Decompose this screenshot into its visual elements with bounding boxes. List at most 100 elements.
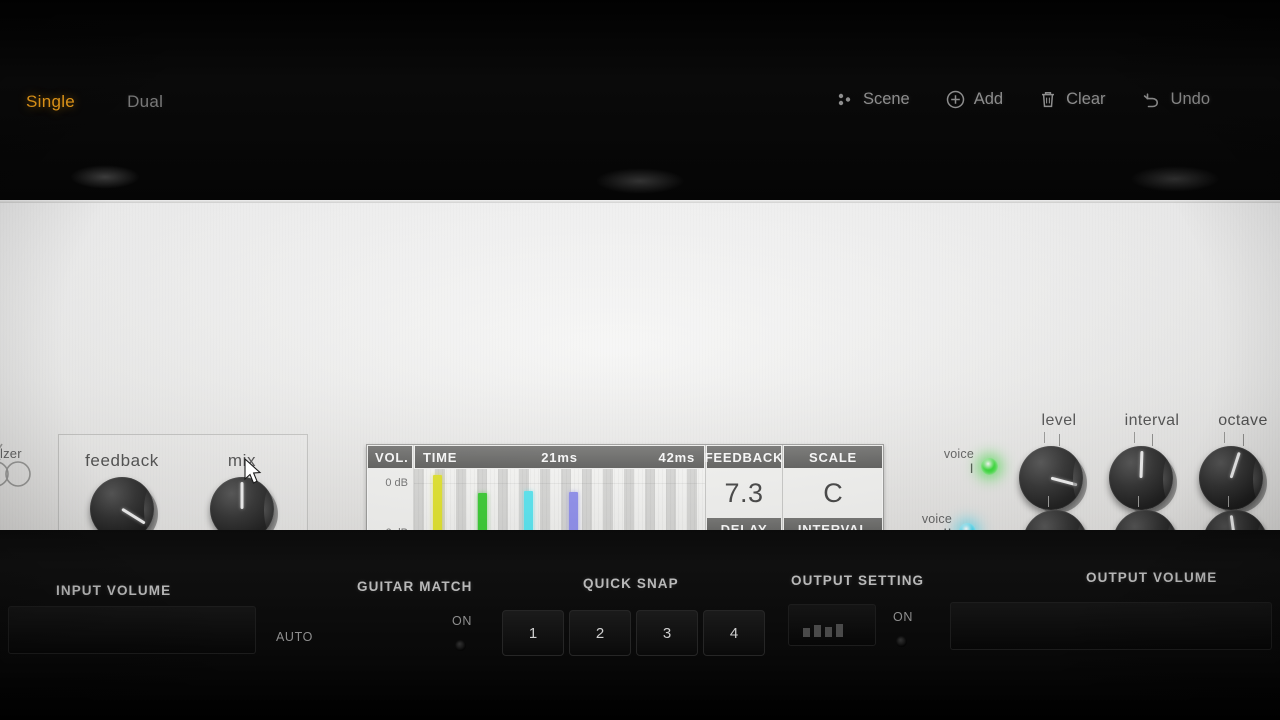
undo-button[interactable]: Undo [1142,90,1210,109]
lcd-display[interactable]: VOL. 0 dB -6 dB -12 dB - INF TIME 21ms 4… [366,444,884,530]
harmonizer-logo-icon [0,436,50,496]
section-label-guitar-match: GUITAR MATCH [357,579,473,594]
output-volume-slider[interactable] [950,602,1272,650]
knob-dial[interactable] [1199,446,1267,510]
clear-label: Clear [1066,90,1106,108]
knob-dial[interactable] [1113,510,1181,530]
knob-tick-mark [1243,434,1244,446]
output-setting-on-led[interactable] [896,636,907,647]
guitar-match-on-led[interactable] [455,640,466,651]
knob-dial[interactable] [1019,446,1087,510]
vol-tick-label: 0 dB [385,477,408,489]
section-label-quick-snap: QUICK SNAP [583,576,679,591]
knob-tick-mark [1048,496,1049,507]
lcd-feedback-delay: FEEDBACK 7.3 DELAY 42 ms [705,445,783,530]
add-label: Add [973,90,1004,108]
knob-feedback[interactable]: feedback [67,451,177,530]
knob-mix[interactable]: mix [187,451,297,530]
hardware-control-strip: INPUT VOLUME GUITAR MATCH QUICK SNAP OUT… [0,530,1280,720]
scale-header: SCALE [783,445,883,469]
knob-dial[interactable] [1109,446,1177,510]
tab-single[interactable]: Single [26,92,75,112]
host-toolbar: Scene Add Clear Undo [837,90,1210,109]
knob-voice-ii-level[interactable] [1023,496,1091,530]
clear-button[interactable]: Clear [1039,90,1106,109]
column-header-interval: interval [1124,412,1180,429]
tab-dual[interactable]: Dual [127,92,163,112]
knob-voice-ii-octave[interactable] [1203,496,1271,530]
voice-led-column: voice I voice II voice III [906,447,998,530]
undo-label: Undo [1170,90,1210,108]
dots-icon [837,91,854,108]
knob-tick-mark [1134,432,1135,443]
scale-value: C [823,477,843,508]
delay-knob-group: feedback mix scale delay [58,434,308,530]
feedback-header: FEEDBACK [705,445,783,469]
knob-tick-mark [1152,434,1153,446]
screen-glare-highlight [70,165,140,189]
vol-scale: 0 dB -6 dB -12 dB - INF [367,469,413,530]
quick-snap-4[interactable]: 4 [703,610,765,656]
quick-snap-1[interactable]: 1 [502,610,564,656]
voice-1-indicator[interactable]: voice I [944,447,998,477]
panel-top-edge [0,200,1280,203]
device-screen-photo: Single Dual Scene Add Clear Undo lzer fe… [0,0,1280,720]
scene-button[interactable]: Scene [837,90,910,109]
column-header-octave: octave [1218,412,1268,429]
section-label-output-setting: OUTPUT SETTING [791,573,925,588]
plugin-host-header: Single Dual Scene Add Clear Undo [0,0,1280,200]
input-volume-slider[interactable] [8,606,256,654]
knob-mix-label: mix [227,451,257,470]
time-header-label: TIME [423,449,458,465]
delay-tap-bar-chart[interactable] [414,469,705,530]
knob-tick-mark [1044,432,1045,443]
gridline [414,483,705,484]
knob-dial[interactable] [1023,510,1091,530]
delay-tap-bar[interactable] [432,475,442,530]
knob-pointer [1229,515,1237,530]
auto-label[interactable]: AUTO [276,630,313,644]
time-max-label: 42ms [658,449,695,465]
voice-2-led[interactable] [959,522,976,530]
time-mid-label: 21ms [541,449,578,465]
scene-label: Scene [862,90,910,108]
delay-header: DELAY [706,517,782,530]
trash-icon [1039,90,1057,109]
knob-tick-mark [1228,496,1229,507]
knob-dial[interactable] [1203,510,1271,530]
knob-voice-ii-interval[interactable] [1113,496,1181,530]
voice-2-label: voice II [922,512,952,530]
delay-tap-bar[interactable] [523,490,533,530]
knob-dial[interactable] [210,477,278,530]
plugin-panel: lzer ass feedback mix scale [0,200,1280,530]
voice-1-label: voice I [944,447,974,477]
knob-dial[interactable] [90,477,158,530]
vol-header: VOL. [367,445,413,469]
feedback-value: 7.3 [724,477,764,508]
knob-voice-i-level[interactable] [1019,432,1087,510]
knob-pointer [1139,450,1144,479]
plugin-name-partial: lzer [0,446,22,461]
section-label-input-volume: INPUT VOLUME [56,583,172,598]
section-label-output-volume: OUTPUT VOLUME [1086,570,1218,585]
knob-feedback-label: feedback [85,451,159,470]
voice-2-indicator[interactable]: voice II [922,512,976,530]
interval-header: INTERVAL [783,517,883,530]
knob-pointer [1050,476,1078,487]
delay-tap-bar[interactable] [478,493,488,530]
delay-tap-bar[interactable] [569,491,579,530]
knob-voice-i-interval[interactable] [1109,432,1177,510]
lcd-scale-interval: SCALE C INTERVAL I 0 II +4 III +7 [783,445,883,530]
output-setting-on-label: ON [893,610,913,624]
output-setting-display[interactable] [788,604,876,646]
knob-pointer [121,507,146,525]
knob-voice-i-octave[interactable] [1199,432,1267,510]
mode-tab-group: Single Dual [26,92,163,112]
add-button[interactable]: Add [946,90,1003,109]
quick-snap-2[interactable]: 2 [569,610,631,656]
voice-roman: I [969,460,974,477]
quick-snap-3[interactable]: 3 [636,610,698,656]
undo-arrow-icon [1142,91,1162,109]
voice-1-led[interactable] [981,457,998,475]
lcd-time-graph[interactable]: TIME 21ms 42ms [414,445,705,530]
